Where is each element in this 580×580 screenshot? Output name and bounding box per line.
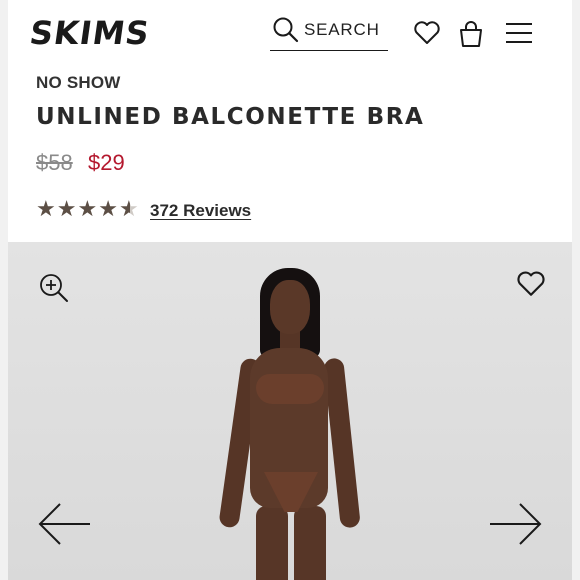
zoom-in-icon (40, 274, 68, 302)
page: SKIMS SEARCH NO SHOW UNLINED BALCONETTE … (0, 0, 580, 580)
next-image-button[interactable] (488, 500, 544, 553)
search-label: SEARCH (304, 20, 380, 39)
heart-icon (414, 21, 440, 44)
menu-icon (506, 23, 532, 43)
arrow-right-icon (490, 503, 542, 545)
collection-label: NO SHOW (36, 73, 121, 92)
reviews-link[interactable]: 372 Reviews (150, 201, 251, 221)
product-info: NO SHOW UNLINED BALCONETTE BRA $58 $29 ★… (8, 66, 572, 242)
wishlist-button[interactable] (413, 20, 443, 48)
gallery-wishlist-button[interactable] (516, 270, 546, 303)
search-button[interactable]: SEARCH (270, 14, 388, 51)
cart-button[interactable] (458, 20, 488, 48)
original-price: $58 (36, 150, 73, 175)
site-header: SKIMS SEARCH (8, 0, 572, 66)
half-star-icon: ★ (118, 196, 139, 221)
sale-price: $29 (88, 150, 125, 175)
brand-logo[interactable]: SKIMS (27, 14, 152, 52)
heart-icon (517, 271, 545, 296)
search-icon (273, 17, 299, 43)
zoom-button[interactable] (38, 272, 70, 309)
star-rating: ★ ★ ★ ★ ★ (36, 198, 139, 220)
previous-image-button[interactable] (36, 500, 92, 553)
star-icon: ★ (56, 196, 77, 221)
star-icon: ★ (36, 196, 56, 221)
product-title: UNLINED BALCONETTE BRA (36, 104, 425, 130)
star-icon: ★ (77, 196, 98, 221)
menu-button[interactable] (504, 20, 534, 48)
bag-icon (460, 21, 482, 47)
model-photo (208, 262, 368, 580)
arrow-left-icon (38, 503, 90, 545)
star-icon: ★ (98, 196, 118, 221)
product-image-gallery[interactable] (8, 242, 572, 580)
